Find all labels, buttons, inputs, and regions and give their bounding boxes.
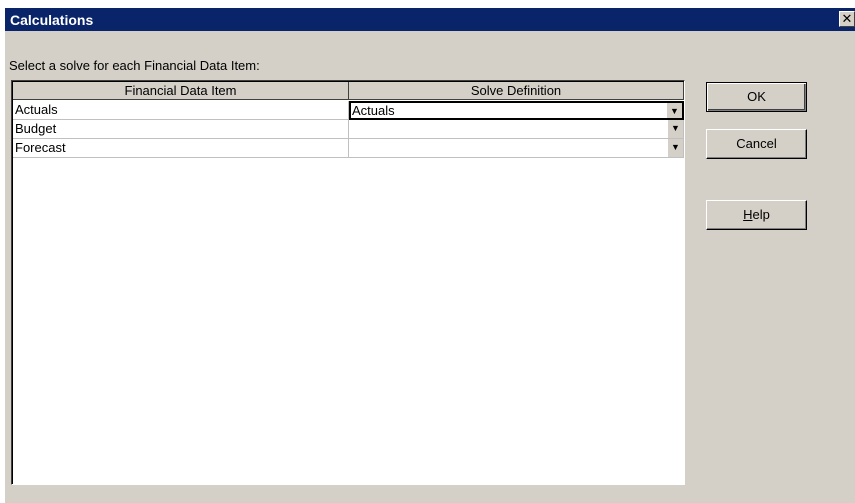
grid-row: Actuals Actuals ▼ — [13, 101, 684, 120]
instruction-label: Select a solve for each Financial Data I… — [9, 58, 260, 73]
calculations-dialog: Calculations ✕ Select a solve for each F… — [5, 8, 855, 503]
cancel-button[interactable]: Cancel — [706, 129, 807, 159]
dropdown-arrow-icon[interactable]: ▼ — [666, 103, 682, 118]
grid-row: Forecast ▼ — [13, 139, 684, 158]
help-button[interactable]: Help — [706, 200, 807, 230]
dialog-title: Calculations — [10, 12, 94, 28]
financial-data-item-cell[interactable]: Forecast — [13, 139, 349, 158]
solve-definition-dropdown[interactable]: ▼ — [349, 139, 684, 158]
solve-definition-dropdown[interactable]: Actuals ▼ — [349, 101, 684, 120]
title-bar[interactable]: Calculations ✕ — [5, 8, 855, 31]
close-icon: ✕ — [841, 11, 853, 26]
financial-data-grid[interactable]: Financial Data Item Solve Definition Act… — [11, 80, 685, 485]
dropdown-arrow-icon[interactable]: ▼ — [667, 139, 683, 157]
financial-data-item-cell[interactable]: Actuals — [13, 101, 349, 120]
grid-header: Financial Data Item Solve Definition — [13, 82, 684, 100]
help-label: elp — [752, 207, 770, 222]
financial-data-item-cell[interactable]: Budget — [13, 120, 349, 139]
solve-definition-dropdown[interactable]: ▼ — [349, 120, 684, 139]
column-header-financial-data-item[interactable]: Financial Data Item — [13, 82, 349, 100]
ok-button[interactable]: OK — [706, 82, 807, 112]
help-mnemonic: H — [743, 207, 753, 222]
dropdown-arrow-icon[interactable]: ▼ — [667, 120, 683, 138]
column-header-solve-definition[interactable]: Solve Definition — [349, 82, 684, 100]
close-button[interactable]: ✕ — [839, 11, 855, 27]
solve-definition-value: Actuals — [352, 103, 395, 118]
grid-row: Budget ▼ — [13, 120, 684, 139]
